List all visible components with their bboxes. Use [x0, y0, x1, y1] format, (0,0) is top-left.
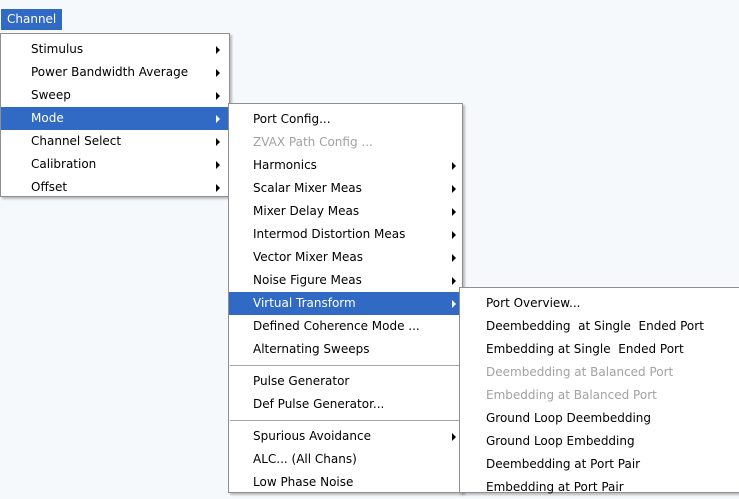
- menu-item-label: Calibration: [31, 157, 97, 171]
- menu-item-power-bandwidth-average[interactable]: Power Bandwidth Average: [1, 61, 229, 84]
- menu-item-label: Alternating Sweeps: [253, 342, 370, 356]
- menu-item-port-overview[interactable]: Port Overview...: [460, 292, 739, 315]
- submenu-arrow-icon: [452, 433, 456, 441]
- menu-item-label: Ground Loop Embedding: [486, 434, 635, 448]
- menu-item-ground-loop-deembedding[interactable]: Ground Loop Deembedding: [460, 407, 739, 430]
- menu-item-label: Channel Select: [31, 134, 122, 148]
- menu-item-harmonics[interactable]: Harmonics: [229, 154, 462, 177]
- menu-item-zvax-path-config[interactable]: ZVAX Path Config ...: [229, 131, 462, 154]
- menu-item-label: Defined Coherence Mode ...: [253, 319, 420, 333]
- menu-item-label: Sweep: [31, 88, 71, 102]
- submenu-arrow-icon: [452, 300, 456, 308]
- menu-channel[interactable]: Channel: [1, 9, 63, 30]
- menu-item-label: Stimulus: [31, 42, 84, 56]
- menu-item-label: Ground Loop Deembedding: [486, 411, 652, 425]
- menu-item-port-config[interactable]: Port Config...: [229, 108, 462, 131]
- menu-item-label: Virtual Transform: [253, 296, 356, 310]
- submenu-arrow-icon: [452, 162, 456, 170]
- menu-item-sweep[interactable]: Sweep: [1, 84, 229, 107]
- menu-item-defined-coherence-mode[interactable]: Defined Coherence Mode ...: [229, 315, 462, 338]
- menu-item-mixer-delay-meas[interactable]: Mixer Delay Meas: [229, 200, 462, 223]
- submenu-arrow-icon: [452, 231, 456, 239]
- submenu-arrow-icon: [452, 185, 456, 193]
- menu-item-scalar-mixer-meas[interactable]: Scalar Mixer Meas: [229, 177, 462, 200]
- menu-item-calibration[interactable]: Calibration: [1, 153, 229, 176]
- menu-item-virtual-transform[interactable]: Virtual Transform: [229, 292, 462, 315]
- menu-item-label: Embedding at Single Ended Port: [486, 342, 684, 356]
- menu-item-label: Offset: [31, 180, 68, 194]
- submenu-arrow-icon: [216, 92, 220, 100]
- submenu-arrow-icon: [216, 115, 220, 123]
- menu-item-spurious-avoidance[interactable]: Spurious Avoidance: [229, 425, 462, 448]
- menu-item-stimulus[interactable]: Stimulus: [1, 38, 229, 61]
- menu-separator: [229, 361, 462, 370]
- submenu-arrow-icon: [216, 184, 220, 192]
- menu-item-vector-mixer-meas[interactable]: Vector Mixer Meas: [229, 246, 462, 269]
- menu-item-intermod-distortion-meas[interactable]: Intermod Distortion Meas: [229, 223, 462, 246]
- menu-item-label: Vector Mixer Meas: [253, 250, 363, 264]
- menu-item-label: Port Config...: [253, 112, 331, 126]
- menu-item-label: Pulse Generator: [253, 374, 350, 388]
- mode-submenu: Port Config... ZVAX Path Config ... Harm…: [228, 103, 463, 493]
- menu-item-label: Embedding at Balanced Port: [486, 388, 657, 402]
- menu-item-pulse-generator[interactable]: Pulse Generator: [229, 370, 462, 393]
- menu-item-def-pulse-generator[interactable]: Def Pulse Generator...: [229, 393, 462, 416]
- menu-item-label: Scalar Mixer Meas: [253, 181, 362, 195]
- menu-item-label: Power Bandwidth Average: [31, 65, 189, 79]
- menu-item-alternating-sweeps[interactable]: Alternating Sweeps: [229, 338, 462, 361]
- menu-item-alc-all-chans[interactable]: ALC... (All Chans): [229, 448, 462, 471]
- menu-item-mode[interactable]: Mode: [1, 107, 229, 130]
- submenu-arrow-icon: [216, 69, 220, 77]
- menu-item-noise-figure-meas[interactable]: Noise Figure Meas: [229, 269, 462, 292]
- submenu-arrow-icon: [452, 208, 456, 216]
- menu-item-ground-loop-embedding[interactable]: Ground Loop Embedding: [460, 430, 739, 453]
- virtual-transform-submenu: Port Overview... Deembedding at Single E…: [459, 287, 739, 494]
- menu-item-label: ZVAX Path Config ...: [253, 135, 373, 149]
- menu-item-label: Deembedding at Port Pair: [486, 457, 641, 471]
- menu-item-label: Noise Figure Meas: [253, 273, 362, 287]
- submenu-arrow-icon: [216, 46, 220, 54]
- menu-item-offset[interactable]: Offset: [1, 176, 229, 199]
- menu-item-deembedding-balanced[interactable]: Deembedding at Balanced Port: [460, 361, 739, 384]
- menu-item-label: Deembedding at Single Ended Port: [486, 319, 704, 333]
- menu-item-label: Deembedding at Balanced Port: [486, 365, 674, 379]
- menu-item-label: Def Pulse Generator...: [253, 397, 385, 411]
- menu-item-label: Port Overview...: [486, 296, 581, 310]
- menu-item-label: Intermod Distortion Meas: [253, 227, 406, 241]
- menu-separator: [229, 416, 462, 425]
- menu-item-label: Spurious Avoidance: [253, 429, 371, 443]
- submenu-arrow-icon: [452, 254, 456, 262]
- menu-item-channel-select[interactable]: Channel Select: [1, 130, 229, 153]
- menu-bar: Channel: [0, 0, 739, 33]
- menu-item-embedding-port-pair[interactable]: Embedding at Port Pair: [460, 476, 739, 499]
- menu-item-label: Mixer Delay Meas: [253, 204, 360, 218]
- menu-item-embedding-single-ended[interactable]: Embedding at Single Ended Port: [460, 338, 739, 361]
- submenu-arrow-icon: [452, 277, 456, 285]
- menu-item-label: ALC... (All Chans): [253, 452, 357, 466]
- menu-item-embedding-balanced[interactable]: Embedding at Balanced Port: [460, 384, 739, 407]
- menu-item-label: Mode: [31, 111, 64, 125]
- submenu-arrow-icon: [216, 161, 220, 169]
- menu-item-label: Embedding at Port Pair: [486, 480, 624, 494]
- menu-item-label: Harmonics: [253, 158, 317, 172]
- menu-item-deembedding-single-ended[interactable]: Deembedding at Single Ended Port: [460, 315, 739, 338]
- channel-menu: Stimulus Power Bandwidth Average Sweep M…: [0, 33, 230, 197]
- submenu-arrow-icon: [216, 138, 220, 146]
- menu-item-deembedding-port-pair[interactable]: Deembedding at Port Pair: [460, 453, 739, 476]
